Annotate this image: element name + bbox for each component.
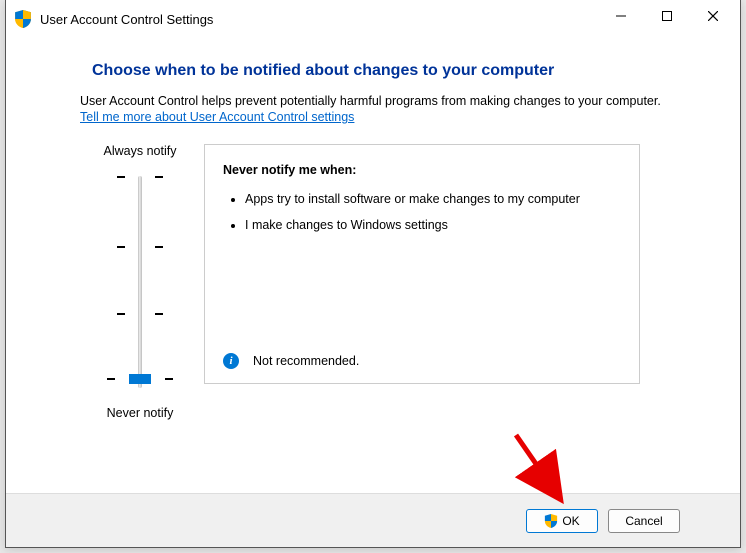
recommendation-text: Not recommended. (253, 354, 359, 368)
slider-thumb[interactable] (129, 374, 151, 384)
maximize-button[interactable] (644, 0, 690, 32)
slider-column: Always notify Never notify (80, 144, 200, 420)
info-icon: i (223, 353, 239, 369)
window-title: User Account Control Settings (40, 12, 598, 27)
minimize-button[interactable] (598, 0, 644, 32)
close-button[interactable] (690, 0, 736, 32)
titlebar: User Account Control Settings (6, 0, 740, 38)
content-area: Choose when to be notified about changes… (6, 38, 740, 493)
page-heading: Choose when to be notified about changes… (92, 62, 692, 80)
cancel-button[interactable]: Cancel (608, 509, 680, 533)
level-description-box: Never notify me when: Apps try to instal… (204, 144, 640, 384)
shield-icon (14, 10, 32, 28)
shield-icon (544, 514, 558, 528)
slider-top-label: Always notify (80, 144, 200, 158)
ok-button[interactable]: OK (526, 509, 598, 533)
uac-settings-window: User Account Control Settings Choose whe… (5, 0, 741, 548)
ok-button-label: OK (562, 514, 579, 528)
learn-more-link[interactable]: Tell me more about User Account Control … (80, 110, 354, 124)
notification-level-slider[interactable] (115, 168, 165, 396)
dialog-footer: OK Cancel (6, 493, 740, 547)
description-text: User Account Control helps prevent poten… (80, 94, 692, 108)
cancel-button-label: Cancel (625, 514, 662, 528)
info-title: Never notify me when: (223, 163, 611, 177)
info-bullet: I make changes to Windows settings (245, 217, 611, 233)
slider-bottom-label: Never notify (80, 406, 200, 420)
info-bullet: Apps try to install software or make cha… (245, 191, 611, 207)
